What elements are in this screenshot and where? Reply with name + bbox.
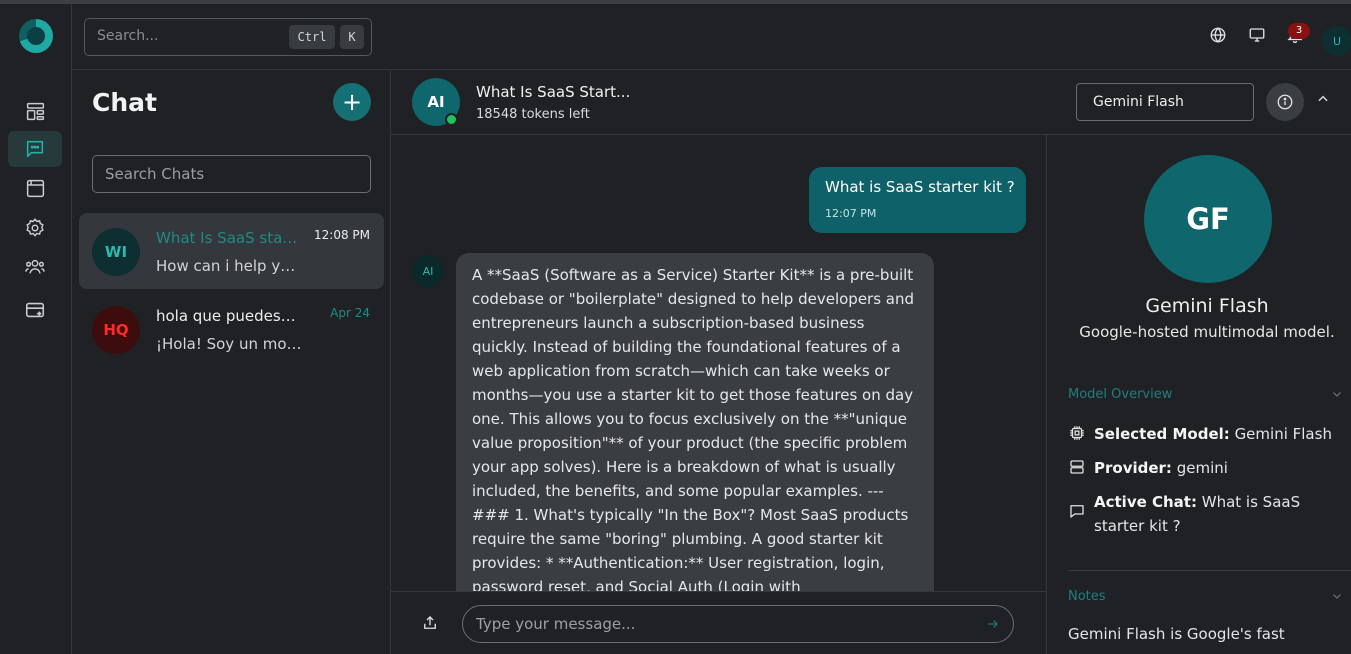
user-message-bubble: What is SaaS starter kit ? 12:07 PM	[809, 167, 1026, 233]
server-icon	[1068, 458, 1086, 476]
chat-item-preview: How can i help you today?	[156, 257, 302, 275]
global-search-input[interactable]	[97, 28, 277, 44]
cpu-chip-icon	[1068, 424, 1086, 442]
settings-icon[interactable]	[8, 210, 62, 246]
billing-icon[interactable]	[8, 292, 62, 328]
app-logo-icon[interactable]	[19, 19, 53, 53]
notes-text: Gemini Flash is Google's fast	[1068, 625, 1285, 643]
chat-list-item-saas[interactable]: WI What Is SaaS starter kit How can i he…	[79, 213, 384, 289]
browser-icon[interactable]	[8, 170, 62, 206]
message-square-icon	[1068, 502, 1086, 520]
selected-model-value: Gemini Flash	[1234, 425, 1332, 443]
shortcut-ctrl-key: Ctrl	[289, 25, 335, 49]
send-arrow-icon[interactable]	[986, 617, 1002, 633]
info-button[interactable]	[1266, 83, 1304, 121]
icon-rail	[0, 4, 72, 654]
chat-panel-title: Chat	[92, 88, 157, 117]
user-message-time: 12:07 PM	[825, 207, 877, 220]
conversation-header: AI What Is SaaS Start... 18548 tokens le…	[391, 70, 1351, 135]
model-name: Gemini Flash	[1145, 295, 1269, 317]
active-chat-row: Active Chat: What is SaaS starter kit ?	[1068, 490, 1348, 538]
info-icon	[1277, 94, 1293, 110]
provider-label: Provider:	[1094, 459, 1172, 477]
user-message-text: What is SaaS starter kit ?	[825, 178, 1015, 196]
chat-icon[interactable]	[8, 131, 62, 167]
chat-item-preview: ¡Hola! Soy un modelo de lenguaje	[156, 335, 302, 353]
chat-item-title: What Is SaaS starter kit	[156, 229, 300, 247]
collapse-chevron-up-icon[interactable]	[1316, 92, 1336, 112]
chat-item-title: hola que puedes hacer	[156, 307, 300, 325]
conversation-title: What Is SaaS Start...	[476, 83, 631, 101]
provider-row: Provider: gemini	[1068, 456, 1348, 480]
chat-list-panel: Chat + WI What Is SaaS starter kit How c…	[72, 70, 391, 654]
chat-avatar: HQ	[92, 306, 140, 354]
tokens-left-label: 18548 tokens left	[476, 107, 590, 122]
display-monitor-icon[interactable]	[1248, 26, 1268, 46]
language-globe-icon[interactable]	[1209, 26, 1229, 46]
model-info-panel: GF Gemini Flash Google-hosted multimodal…	[1046, 135, 1351, 654]
attach-share-icon[interactable]	[421, 614, 441, 634]
chevron-down-icon[interactable]	[1331, 388, 1345, 402]
global-search[interactable]: Ctrl K	[84, 18, 372, 56]
model-description: Google-hosted multimodal model.	[1079, 323, 1335, 341]
notification-count-badge: 3	[1288, 23, 1310, 39]
model-avatar: GF	[1144, 155, 1272, 283]
chat-item-time: 12:08 PM	[314, 228, 370, 242]
message-input[interactable]	[462, 605, 1014, 643]
message-thread: What is SaaS starter kit ? 12:07 PM AI A…	[391, 135, 1046, 591]
chat-list-item-hola[interactable]: HQ hola que puedes hacer ¡Hola! Soy un m…	[79, 291, 384, 367]
shortcut-k-key: K	[340, 25, 364, 49]
ai-message-avatar: AI	[412, 255, 444, 287]
selected-model-label: Selected Model:	[1094, 425, 1230, 443]
user-avatar[interactable]: U	[1322, 26, 1351, 56]
model-overview-heading[interactable]: Model Overview	[1068, 387, 1172, 402]
users-icon[interactable]	[8, 249, 62, 285]
model-select[interactable]: Gemini Flash	[1076, 83, 1254, 121]
notes-heading[interactable]: Notes	[1068, 589, 1106, 604]
chat-search-input[interactable]	[92, 155, 371, 193]
dashboard-icon[interactable]	[8, 93, 62, 129]
online-status-dot	[445, 113, 458, 126]
selected-model-row: Selected Model: Gemini Flash	[1068, 422, 1348, 446]
new-chat-button[interactable]: +	[333, 83, 371, 121]
chat-avatar: WI	[92, 228, 140, 276]
section-divider	[1068, 570, 1351, 571]
top-bar: Ctrl K 3 U	[72, 4, 1351, 70]
provider-value: gemini	[1176, 459, 1228, 477]
chevron-down-icon[interactable]	[1331, 590, 1345, 604]
message-composer	[391, 591, 1046, 654]
active-chat-label: Active Chat:	[1094, 493, 1197, 511]
chat-item-time: Apr 24	[330, 306, 370, 320]
ai-message-bubble: A **SaaS (Software as a Service) Starter…	[456, 253, 934, 591]
